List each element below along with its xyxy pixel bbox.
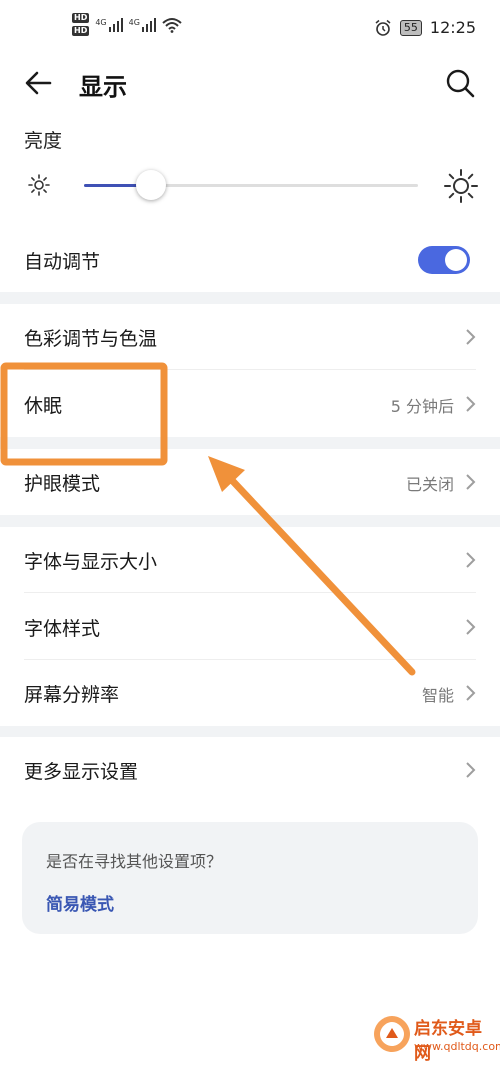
color-temperature-row[interactable]: 色彩调节与色温 bbox=[0, 304, 500, 370]
signal-icon: 4G bbox=[95, 17, 123, 32]
back-arrow-icon[interactable] bbox=[20, 65, 56, 101]
clock: 12:25 bbox=[429, 18, 476, 37]
alarm-icon bbox=[375, 19, 391, 36]
brightness-label: 亮度 bbox=[24, 130, 63, 152]
screen-resolution-row[interactable]: 屏幕分辨率 智能 bbox=[0, 660, 500, 726]
signal-icon: 4G bbox=[128, 17, 156, 32]
row-label: 更多显示设置 bbox=[24, 761, 139, 783]
section-separator bbox=[0, 725, 500, 737]
row-label: 休眠 bbox=[24, 395, 63, 417]
chevron-right-icon bbox=[466, 329, 476, 345]
chevron-right-icon bbox=[466, 396, 476, 412]
chevron-right-icon bbox=[466, 619, 476, 635]
wifi-icon bbox=[162, 17, 182, 33]
section-separator bbox=[0, 437, 500, 449]
auto-adjust-label: 自动调节 bbox=[24, 251, 101, 273]
row-value: 5 分钟后 bbox=[390, 397, 454, 416]
hd-badge: HD bbox=[72, 13, 90, 23]
status-icons-left: HD HD 4G 4G bbox=[72, 13, 182, 36]
font-style-row[interactable]: 字体样式 bbox=[0, 594, 500, 660]
row-label: 护眼模式 bbox=[24, 473, 101, 495]
suggestion-card: 是否在寻找其他设置项？ 简易模式 bbox=[22, 822, 478, 934]
search-icon[interactable] bbox=[442, 65, 478, 101]
row-value: 已关闭 bbox=[405, 475, 454, 494]
section-separator bbox=[0, 515, 500, 527]
battery-icon: 55 bbox=[399, 19, 422, 36]
more-display-settings-row[interactable]: 更多显示设置 bbox=[0, 737, 500, 803]
row-label: 字体与显示大小 bbox=[24, 551, 158, 573]
sleep-row[interactable]: 休眠 5 分钟后 bbox=[0, 371, 500, 437]
status-icons-right: 55 12:25 bbox=[374, 18, 476, 37]
chevron-right-icon bbox=[466, 762, 476, 778]
watermark-url: www.qdltdq.com bbox=[414, 1040, 500, 1053]
chevron-right-icon bbox=[466, 474, 476, 490]
watermark-title: 启东安卓网 bbox=[414, 1019, 482, 1064]
watermark-logo-icon bbox=[374, 1016, 410, 1052]
divider bbox=[24, 369, 476, 370]
page-title: 显示 bbox=[79, 73, 127, 101]
network-type-label: 4G bbox=[95, 17, 107, 27]
brightness-high-icon bbox=[444, 169, 478, 203]
brightness-row bbox=[0, 160, 500, 214]
status-bar: HD HD 4G 4G 55 12:25 bbox=[0, 0, 500, 60]
site-watermark: 启东安卓网 www.qdltdq.com bbox=[372, 1010, 500, 1064]
hd-badge: HD bbox=[72, 26, 90, 36]
brightness-slider[interactable] bbox=[84, 170, 418, 200]
simple-mode-link[interactable]: 简易模式 bbox=[46, 890, 114, 915]
brightness-slider-thumb[interactable] bbox=[135, 170, 166, 200]
row-label: 字体样式 bbox=[24, 618, 101, 640]
network-type-label: 4G bbox=[128, 17, 140, 27]
auto-adjust-row: 自动调节 bbox=[0, 230, 500, 288]
eye-comfort-row[interactable]: 护眼模式 已关闭 bbox=[0, 449, 500, 515]
auto-adjust-toggle[interactable] bbox=[418, 246, 470, 274]
row-label: 屏幕分辨率 bbox=[24, 684, 120, 706]
row-label: 色彩调节与色温 bbox=[24, 328, 158, 350]
app-bar: 显示 bbox=[0, 55, 500, 111]
chevron-right-icon bbox=[466, 552, 476, 568]
hd-badges: HD HD bbox=[72, 13, 90, 36]
chevron-right-icon bbox=[466, 685, 476, 701]
toggle-knob bbox=[445, 249, 467, 271]
suggestion-question: 是否在寻找其他设置项？ bbox=[46, 852, 223, 871]
section-separator bbox=[0, 292, 500, 304]
font-size-row[interactable]: 字体与显示大小 bbox=[0, 527, 500, 593]
divider bbox=[24, 592, 476, 593]
brightness-low-icon bbox=[28, 174, 50, 196]
row-value: 智能 bbox=[421, 686, 454, 705]
